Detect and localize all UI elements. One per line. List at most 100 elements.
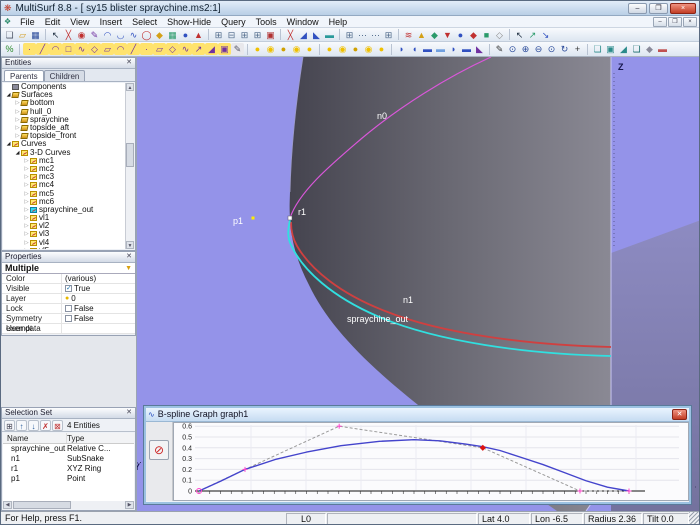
no-edit-button[interactable]: ⊘ bbox=[149, 440, 169, 460]
collapsed-arrow-icon[interactable]: ▷ bbox=[23, 222, 30, 230]
bulb2-sel-icon[interactable]: ● bbox=[375, 43, 388, 55]
tree-item-Surfaces[interactable]: ◢Surfaces bbox=[3, 91, 125, 99]
sweep-tool-icon[interactable]: ▱ bbox=[153, 43, 166, 55]
tab-parents[interactable]: Parents bbox=[4, 70, 44, 81]
delete-icon[interactable]: ╳ bbox=[62, 29, 75, 41]
layer-bulb-icon[interactable]: ● bbox=[65, 294, 69, 303]
copy-4-icon[interactable]: ❏ bbox=[630, 43, 643, 55]
pan-icon[interactable]: + bbox=[571, 43, 584, 55]
dots-2-icon[interactable]: ⋯ bbox=[369, 29, 382, 41]
rotate-left-icon[interactable]: ◢ bbox=[297, 29, 310, 41]
move-down-icon[interactable]: ↓ bbox=[28, 420, 39, 431]
mesh-icon[interactable]: ▦ bbox=[166, 29, 179, 41]
bspline-graph-window[interactable]: ∿ B-spline Graph graph1 ✕ ⊘ 00.10.20.30.… bbox=[144, 406, 691, 504]
close-icon[interactable]: ✕ bbox=[672, 409, 687, 420]
scroll-thumb[interactable] bbox=[13, 501, 71, 509]
zoom-window-icon[interactable]: ⊙ bbox=[545, 43, 558, 55]
window-1-icon[interactable]: ⊞ bbox=[212, 29, 225, 41]
bulb2-hide-icon[interactable]: ● bbox=[349, 43, 362, 55]
graph-plot-area[interactable]: 00.10.20.30.40.50.6 bbox=[173, 422, 689, 501]
new-file-icon[interactable]: ❏ bbox=[3, 29, 16, 41]
tree-item-3-D Curves[interactable]: ◢3-D Curves bbox=[3, 149, 125, 157]
tree-item-vl5[interactable]: ▷vl5 bbox=[3, 247, 125, 249]
menu-window[interactable]: Window bbox=[282, 17, 324, 27]
menu-edit[interactable]: Edit bbox=[40, 17, 66, 27]
column-name[interactable]: Name bbox=[3, 433, 67, 443]
offsets-icon[interactable]: % bbox=[3, 43, 16, 55]
mirror-tool-icon[interactable]: ◢ bbox=[205, 43, 218, 55]
minimize-button[interactable]: – bbox=[628, 3, 647, 14]
zoom-icon[interactable]: ⊙ bbox=[506, 43, 519, 55]
property-value[interactable]: ✓True bbox=[62, 284, 135, 293]
wave-icon[interactable]: ∿ bbox=[127, 29, 140, 41]
close-icon[interactable]: ✕ bbox=[126, 58, 132, 68]
menu-insert[interactable]: Insert bbox=[95, 17, 128, 27]
arc-tool-icon[interactable]: ◠ bbox=[49, 43, 62, 55]
collapsed-arrow-icon[interactable]: ▷ bbox=[23, 157, 30, 165]
doc-close-button[interactable]: × bbox=[683, 17, 697, 27]
rotate-view-icon[interactable]: ↻ bbox=[558, 43, 571, 55]
square-green-icon[interactable]: ■ bbox=[480, 29, 493, 41]
property-value[interactable]: False bbox=[62, 314, 135, 323]
erase-icon[interactable]: ╳ bbox=[284, 29, 297, 41]
proj-tool-icon[interactable]: ↗ bbox=[192, 43, 205, 55]
copy-5-icon[interactable]: ◆ bbox=[643, 43, 656, 55]
dot-blue-icon[interactable]: ● bbox=[454, 29, 467, 41]
close-icon[interactable]: ✕ bbox=[126, 252, 132, 262]
bulb2-show-icon[interactable]: ◉ bbox=[336, 43, 349, 55]
arc2-tool-icon[interactable]: ◠ bbox=[114, 43, 127, 55]
scroll-down-icon[interactable]: ▼ bbox=[126, 241, 134, 249]
loft-tool-icon[interactable]: ◇ bbox=[166, 43, 179, 55]
bcurve-tool-icon[interactable]: ∿ bbox=[75, 43, 88, 55]
bulb-invert-icon[interactable]: ◉ bbox=[290, 43, 303, 55]
collapsed-arrow-icon[interactable]: ▷ bbox=[23, 181, 30, 189]
checkbox-icon[interactable] bbox=[65, 305, 72, 312]
diamond-green-icon[interactable]: ◆ bbox=[428, 29, 441, 41]
pointer-icon[interactable]: ↖ bbox=[49, 29, 62, 41]
tree-item-mc5[interactable]: ▷mc5 bbox=[3, 189, 125, 197]
collapsed-arrow-icon[interactable]: ▷ bbox=[23, 230, 30, 238]
checkbox-icon[interactable] bbox=[65, 315, 72, 322]
selection-row-r1[interactable]: r1XYZ Ring bbox=[3, 464, 134, 474]
collapsed-arrow-icon[interactable]: ▷ bbox=[23, 214, 30, 222]
remove-entity-icon[interactable]: ✗ bbox=[40, 420, 51, 431]
surf-tool-icon[interactable]: ▱ bbox=[101, 43, 114, 55]
zoom-in-icon[interactable]: ⊕ bbox=[519, 43, 532, 55]
rotate-right-icon[interactable]: ◣ bbox=[310, 29, 323, 41]
window-m-icon[interactable]: ▣ bbox=[264, 29, 277, 41]
selection-row-p1[interactable]: p1Point bbox=[3, 474, 134, 484]
collapsed-arrow-icon[interactable]: ▷ bbox=[23, 190, 30, 198]
bulb-show-icon[interactable]: ◉ bbox=[264, 43, 277, 55]
selection-row-n1[interactable]: n1SubSnake bbox=[3, 454, 134, 464]
pen-icon[interactable]: ✎ bbox=[88, 29, 101, 41]
grid-tool-icon[interactable]: ▣ bbox=[218, 43, 231, 55]
menu-tools[interactable]: Tools bbox=[251, 17, 282, 27]
dots-1-icon[interactable]: ⋯ bbox=[356, 29, 369, 41]
column-type[interactable]: Type bbox=[67, 433, 84, 443]
close-icon[interactable]: ✕ bbox=[126, 408, 132, 418]
pick-green-icon[interactable]: ↗ bbox=[526, 29, 539, 41]
maximize-button[interactable]: ❐ bbox=[649, 3, 668, 14]
diamond-gray-icon[interactable]: ◇ bbox=[493, 29, 506, 41]
zoom-out-icon[interactable]: ⊖ bbox=[532, 43, 545, 55]
collapsed-arrow-icon[interactable]: ▷ bbox=[23, 239, 30, 247]
collapsed-arrow-icon[interactable]: ▷ bbox=[23, 173, 30, 181]
ball-icon[interactable]: ● bbox=[179, 29, 192, 41]
scroll-right-icon[interactable]: ▶ bbox=[125, 501, 134, 509]
view-top-icon[interactable]: ▬ bbox=[434, 43, 447, 55]
view-side-icon[interactable]: ▬ bbox=[421, 43, 434, 55]
view-front-icon[interactable]: ◖ bbox=[408, 43, 421, 55]
ccurve-tool-icon[interactable]: ◇ bbox=[88, 43, 101, 55]
property-value[interactable]: False bbox=[62, 304, 135, 313]
surface-tool-icon[interactable]: ◆ bbox=[153, 29, 166, 41]
view-persp-icon[interactable]: ◗ bbox=[447, 43, 460, 55]
tree-item-vl4[interactable]: ▷vl4 bbox=[3, 239, 125, 247]
property-value[interactable]: ●0 bbox=[62, 294, 135, 303]
tree-item-mc2[interactable]: ▷mc2 bbox=[3, 165, 125, 173]
knot-icon[interactable]: ◉ bbox=[75, 29, 88, 41]
scroll-thumb[interactable] bbox=[126, 143, 134, 167]
collapsed-arrow-icon[interactable]: ▷ bbox=[23, 206, 30, 214]
snake-tool-icon[interactable]: ∿ bbox=[179, 43, 192, 55]
open-file-icon[interactable]: ▱ bbox=[16, 29, 29, 41]
selected-control-point[interactable] bbox=[480, 445, 486, 451]
